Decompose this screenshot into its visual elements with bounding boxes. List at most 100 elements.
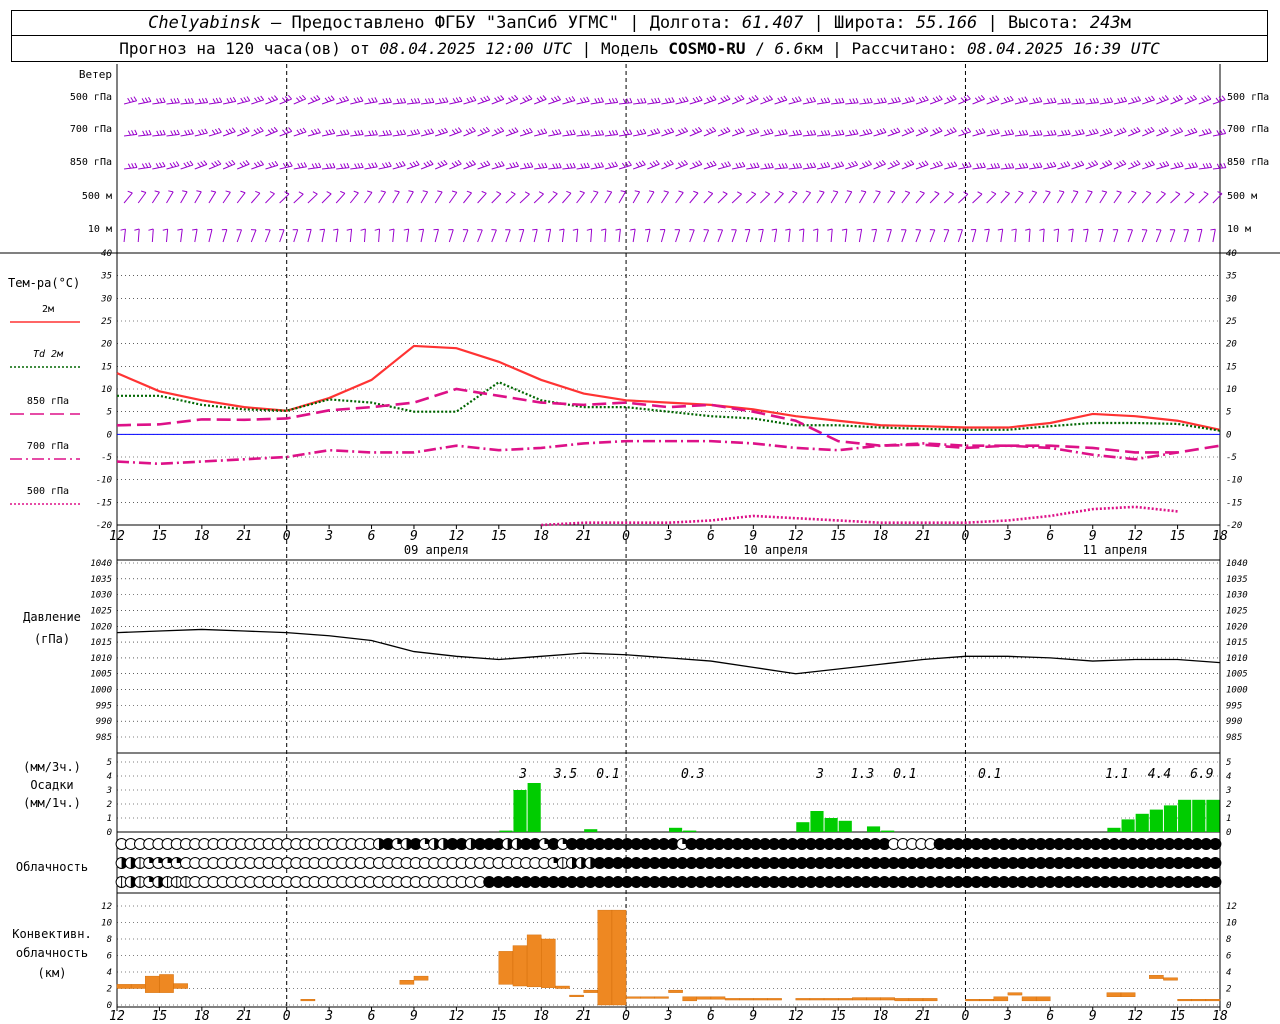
conv-bar xyxy=(823,998,839,1001)
wind-barb-staff xyxy=(759,229,764,243)
wind-barb-feather xyxy=(1144,162,1149,168)
wind-barb-feather xyxy=(554,129,559,135)
wind-barb-feather xyxy=(904,162,909,167)
wind-barb xyxy=(124,129,138,137)
wind-barb-feather xyxy=(932,97,937,103)
wind-barb-feather xyxy=(1053,129,1057,135)
wind-barb xyxy=(463,160,476,170)
wind-barb-feather xyxy=(1221,95,1226,101)
wind-barb-staff xyxy=(448,192,458,204)
wind-barb-feather xyxy=(359,96,364,102)
wind-barb xyxy=(123,96,138,105)
wind-barb xyxy=(774,129,788,137)
wind-barb xyxy=(858,190,867,204)
wind-barb-feather xyxy=(724,162,728,167)
wind-barb-feather xyxy=(566,163,570,169)
wind-barb-feather xyxy=(423,162,428,167)
wind-barb-feather xyxy=(424,129,428,135)
wind-barb-feather xyxy=(228,128,233,134)
precip-ytick-left: 0 xyxy=(107,828,112,838)
wind-barb-feather xyxy=(880,97,884,103)
wind-barb-feather xyxy=(737,96,742,101)
wind-barb-feather xyxy=(751,191,757,195)
wind-barb-feather xyxy=(357,163,361,169)
wind-barb xyxy=(448,190,458,204)
wind-barb-feather xyxy=(314,163,319,168)
wind-barb-feather xyxy=(629,129,633,135)
wind-barb xyxy=(659,228,666,243)
wind-barb xyxy=(208,190,217,204)
wind-barb-feather xyxy=(1109,97,1114,103)
wind-barb xyxy=(1141,229,1148,243)
wind-barb-feather xyxy=(1159,162,1164,168)
temp-ytick-left: 5 xyxy=(107,408,112,418)
wind-barb-feather xyxy=(630,228,636,231)
wind-barb-staff xyxy=(519,98,533,105)
conv-bar xyxy=(993,996,1009,1002)
pressure-line xyxy=(116,628,1221,675)
wind-barb-feather xyxy=(402,129,407,135)
wind-barb-feather xyxy=(346,162,350,168)
wind-barb-feather xyxy=(398,161,403,167)
temp-legend-label: Td 2м xyxy=(33,349,64,360)
wind-barb-feather xyxy=(657,97,661,103)
wind-barb xyxy=(491,161,505,170)
wind-barb-feather xyxy=(866,98,870,104)
wind-level-label-right: 500 м xyxy=(1227,191,1257,202)
wind-barb-feather xyxy=(568,96,573,102)
wind-barb-staff xyxy=(265,164,279,170)
wind-barb-feather xyxy=(380,190,386,193)
temp-series-line xyxy=(117,380,1221,432)
wind-barb-staff xyxy=(859,132,873,137)
wind-barb xyxy=(732,161,746,170)
wind-barb-feather xyxy=(1191,162,1195,168)
wind-barb-feather xyxy=(625,129,630,135)
hour-tick-label: 6 xyxy=(707,1009,715,1024)
wind-barb-staff xyxy=(194,191,202,204)
wind-barb-feather xyxy=(141,98,146,104)
wind-barb-feather xyxy=(471,160,476,165)
wind-barb xyxy=(859,97,873,105)
wind-barb-feather xyxy=(536,97,541,102)
wind-barb xyxy=(915,229,922,243)
wind-barb xyxy=(944,161,958,170)
wind-barb-feather xyxy=(754,94,759,100)
wind-barb-feather xyxy=(1189,191,1195,195)
wind-barb-feather xyxy=(232,96,237,102)
temp-ytick-right: 0 xyxy=(1226,430,1231,440)
wind-barb-staff xyxy=(180,229,183,243)
wind-barb-staff xyxy=(307,229,312,243)
wind-barb-feather xyxy=(1108,127,1113,133)
wind-barb xyxy=(435,97,449,105)
wind-barb-feather xyxy=(629,97,633,103)
wind-barb-feather xyxy=(635,162,640,168)
wind-barb xyxy=(1169,229,1176,243)
wind-barb-feather xyxy=(770,128,774,134)
wind-barb-feather xyxy=(1144,97,1149,103)
wind-barb-feather xyxy=(583,130,587,136)
wind-barb-feather xyxy=(608,130,612,136)
wind-barb-feather xyxy=(993,163,997,169)
wind-barb-feather xyxy=(875,190,881,193)
wind-barb-feather xyxy=(1004,130,1008,136)
wind-barb-feather xyxy=(1039,228,1045,231)
wind-barb-feather xyxy=(360,228,366,231)
wind-barb xyxy=(137,190,147,204)
wind-barb-staff xyxy=(901,229,907,243)
wind-barb-feather xyxy=(636,130,640,135)
pressure-ytick-right: 1005 xyxy=(1226,670,1248,680)
wind-barb-feather xyxy=(967,127,972,133)
wind-barb-staff xyxy=(250,229,257,243)
precip-ytick-right: 1 xyxy=(1226,814,1231,824)
temp-ytick-left: 30 xyxy=(100,294,112,304)
wind-barb-feather xyxy=(975,129,980,135)
wind-barb-feather xyxy=(131,163,135,169)
wind-barb-feather xyxy=(1122,159,1127,165)
wind-barb-feather xyxy=(524,191,530,195)
wind-barb-feather xyxy=(1133,128,1138,133)
wind-barb-feather xyxy=(741,161,746,167)
wind-barb-feather xyxy=(480,97,485,103)
wind-barb-feather xyxy=(1215,97,1220,103)
wind-barb-feather xyxy=(298,191,304,195)
wind-barb-staff xyxy=(590,228,593,243)
